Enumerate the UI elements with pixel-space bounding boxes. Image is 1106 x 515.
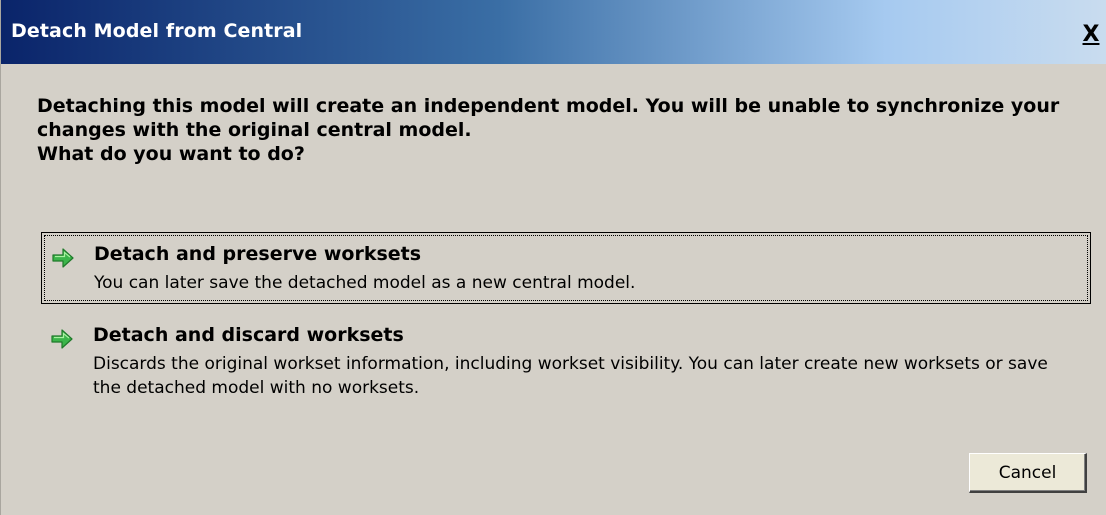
prompt-message: Detaching this model will create an inde… bbox=[37, 94, 1105, 166]
detach-model-dialog: Detach Model from Central X Detaching th… bbox=[0, 0, 1106, 515]
option-title: Detach and preserve worksets bbox=[94, 243, 422, 265]
option-description: You can later save the detached model as… bbox=[94, 273, 636, 293]
detach-discard-worksets-option[interactable]: Detach and discard worksets Discards the… bbox=[41, 314, 1091, 414]
green-arrow-icon bbox=[52, 248, 74, 268]
option-title: Detach and discard worksets bbox=[93, 324, 404, 346]
prompt-line-1: Detaching this model will create an inde… bbox=[37, 95, 1060, 117]
prompt-line-2: changes with the original central model. bbox=[37, 119, 472, 141]
close-button[interactable]: X bbox=[1079, 24, 1103, 46]
detach-preserve-worksets-option[interactable]: Detach and preserve worksets You can lat… bbox=[41, 232, 1091, 304]
prompt-line-3: What do you want to do? bbox=[37, 143, 305, 165]
cancel-button[interactable]: Cancel bbox=[969, 453, 1087, 493]
green-arrow-icon bbox=[51, 329, 73, 349]
option-description: Discards the original workset informatio… bbox=[93, 354, 1048, 398]
title-bar: Detach Model from Central X bbox=[1, 0, 1106, 64]
window-title: Detach Model from Central bbox=[11, 20, 303, 42]
